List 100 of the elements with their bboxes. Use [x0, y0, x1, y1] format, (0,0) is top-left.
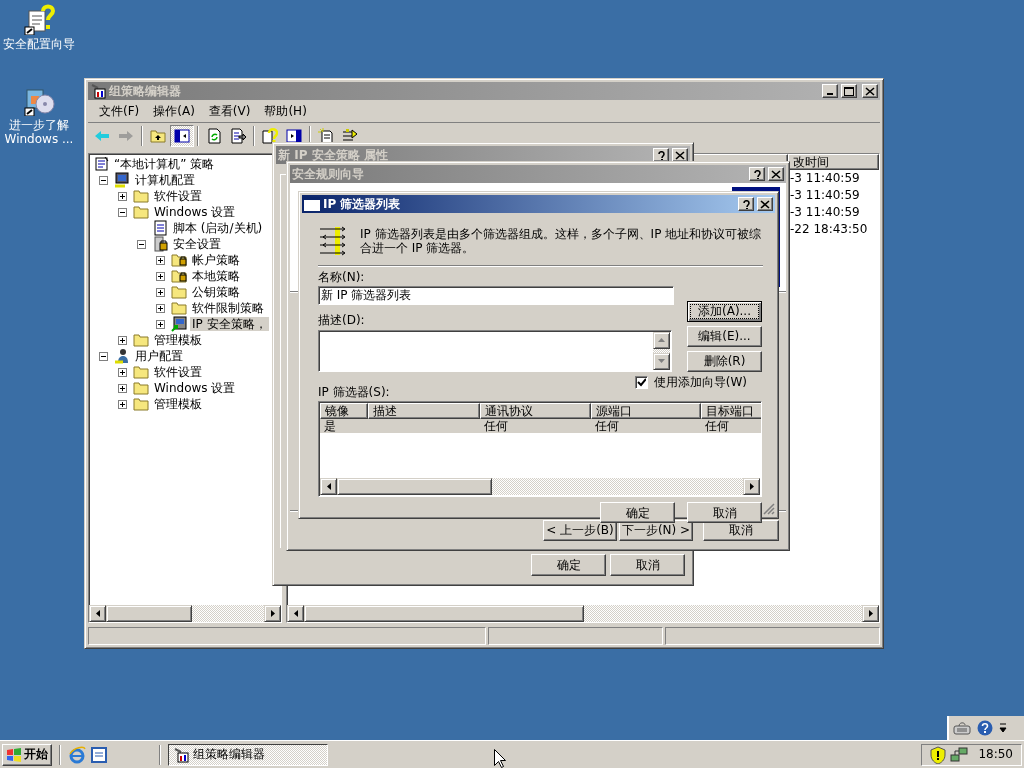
- wizard-icon[interactable]: [23, 3, 55, 35]
- minimize-button[interactable]: [822, 84, 838, 98]
- column-header[interactable]: 描述: [368, 403, 480, 420]
- tree-item[interactable]: 管理模板: [152, 396, 204, 412]
- tree-item[interactable]: 软件设置: [152, 188, 204, 204]
- column-header[interactable]: 通讯协议: [480, 403, 591, 420]
- scroll-thumb[interactable]: [337, 478, 492, 496]
- tree-item[interactable]: 本地策略: [190, 268, 242, 284]
- expand-toggle[interactable]: [156, 319, 165, 329]
- menu-item[interactable]: 文件(F): [92, 102, 147, 120]
- expand-toggle[interactable]: [118, 335, 127, 345]
- maximize-button[interactable]: [841, 84, 857, 98]
- dialog-button[interactable]: 添加(A)...: [687, 301, 762, 322]
- dialog-button[interactable]: 确定: [600, 502, 675, 524]
- help-icon[interactable]: [977, 720, 993, 736]
- scroll-left-button[interactable]: [89, 605, 106, 622]
- scroll-right-button[interactable]: [264, 605, 281, 622]
- wizard-button[interactable]: < 上一步(B): [543, 520, 617, 541]
- document-window-icon[interactable]: [90, 745, 108, 764]
- folder-icon: [133, 364, 149, 380]
- horizontal-scrollbar[interactable]: [89, 605, 281, 622]
- close-button[interactable]: [768, 167, 784, 181]
- expand-toggle[interactable]: [156, 255, 165, 265]
- scroll-right-button[interactable]: [862, 605, 879, 622]
- dialog-button[interactable]: 确定: [531, 554, 606, 576]
- description-field[interactable]: [318, 329, 672, 372]
- icon-label[interactable]: 进一步了解 Windows ...: [0, 118, 78, 147]
- horizontal-scrollbar[interactable]: [287, 605, 879, 622]
- resize-grip-icon[interactable]: [763, 503, 775, 515]
- column-header[interactable]: 目标端口: [701, 403, 761, 420]
- scroll-left-button[interactable]: [320, 478, 337, 496]
- expand-toggle[interactable]: [156, 303, 165, 313]
- field-label: 描述(D):: [318, 313, 366, 328]
- close-button[interactable]: [862, 84, 878, 98]
- close-button[interactable]: [672, 148, 688, 162]
- column-header[interactable]: 镜像: [320, 403, 368, 420]
- help-button[interactable]: [738, 197, 754, 211]
- down-arrow-icon: [658, 359, 665, 364]
- expand-toggle[interactable]: [156, 287, 165, 297]
- scroll-thumb[interactable]: [106, 605, 192, 622]
- tree-item[interactable]: Windows 设置: [152, 380, 238, 396]
- tree-item[interactable]: 公钥策略: [190, 284, 242, 300]
- tree-item[interactable]: “本地计算机” 策略: [112, 156, 217, 172]
- menu-item[interactable]: 帮助(H): [257, 102, 314, 120]
- scroll-left-button[interactable]: [287, 605, 304, 622]
- keyboard-icon[interactable]: [953, 720, 971, 736]
- expand-toggle[interactable]: [156, 271, 165, 281]
- left-arrow-icon: [95, 610, 100, 617]
- column-header[interactable]: 源端口: [591, 403, 701, 420]
- window-icon: [304, 197, 320, 211]
- tree-item[interactable]: 安全设置: [171, 236, 223, 252]
- close-button[interactable]: [757, 197, 773, 211]
- name-field[interactable]: 新 IP 筛选器列表: [318, 286, 674, 306]
- tree-item[interactable]: 用户配置: [133, 348, 185, 364]
- toolbar-button[interactable]: [170, 125, 194, 147]
- dialog-button[interactable]: 删除(R): [687, 351, 762, 372]
- tree-item[interactable]: 计算机配置: [133, 172, 197, 188]
- expand-toggle[interactable]: [118, 367, 127, 377]
- checkbox[interactable]: [634, 375, 648, 389]
- tree-item[interactable]: IP 安全策略，: [190, 316, 269, 332]
- close-icon: [675, 150, 685, 160]
- help-button[interactable]: [749, 167, 765, 181]
- scroll-right-button[interactable]: [743, 478, 760, 496]
- left-arrow-icon: [326, 483, 331, 491]
- dialog-button[interactable]: 取消: [610, 554, 685, 576]
- collapse-toggle[interactable]: [99, 175, 108, 185]
- expand-toggle[interactable]: [118, 399, 127, 409]
- collapse-toggle[interactable]: [99, 351, 108, 361]
- browser-icon[interactable]: [68, 745, 86, 764]
- scroll-up-button[interactable]: [653, 331, 670, 349]
- scroll-thumb[interactable]: [304, 605, 584, 622]
- scroll-down-button[interactable]: [653, 352, 670, 370]
- expand-toggle[interactable]: [118, 191, 127, 201]
- dialog-button[interactable]: 取消: [687, 502, 762, 524]
- collapse-toggle[interactable]: [137, 239, 146, 249]
- table-row[interactable]: 是 任何 任何 任何: [320, 419, 761, 434]
- tree-item[interactable]: 帐户策略: [190, 252, 242, 268]
- taskbar-button[interactable]: 组策略编辑器: [168, 743, 328, 766]
- icon-label[interactable]: 安全配置向导: [0, 37, 78, 52]
- options-arrow-icon[interactable]: [999, 722, 1007, 734]
- menu-item[interactable]: 查看(V): [201, 102, 258, 120]
- tree-item[interactable]: 管理模板: [152, 332, 204, 348]
- collapse-toggle[interactable]: [118, 207, 127, 217]
- tree-item[interactable]: 软件限制策略: [190, 300, 266, 316]
- horizontal-scrollbar[interactable]: [320, 478, 760, 496]
- start-button[interactable]: 开始: [2, 743, 52, 766]
- network-icon[interactable]: [950, 745, 969, 764]
- expand-toggle[interactable]: [118, 383, 127, 393]
- checkbox-label[interactable]: 使用添加向导(W): [653, 374, 747, 390]
- column-header[interactable]: 改时间: [788, 154, 879, 170]
- vertical-scrollbar[interactable]: [653, 331, 670, 370]
- tree-item[interactable]: 脚本 (启动/关机): [171, 220, 265, 236]
- shield-icon[interactable]: [930, 745, 947, 764]
- dialog-button[interactable]: 编辑(E)...: [687, 326, 762, 347]
- tree-item[interactable]: 软件设置: [152, 364, 204, 380]
- tree-item[interactable]: Windows 设置: [152, 204, 238, 220]
- filter-table[interactable]: 镜像 描述 通讯协议 源端口 目标端口 是 任何 任何 任何: [318, 401, 762, 498]
- menu-item[interactable]: 操作(A): [146, 102, 202, 120]
- help-button[interactable]: [653, 148, 669, 162]
- help-icon: [752, 169, 762, 179]
